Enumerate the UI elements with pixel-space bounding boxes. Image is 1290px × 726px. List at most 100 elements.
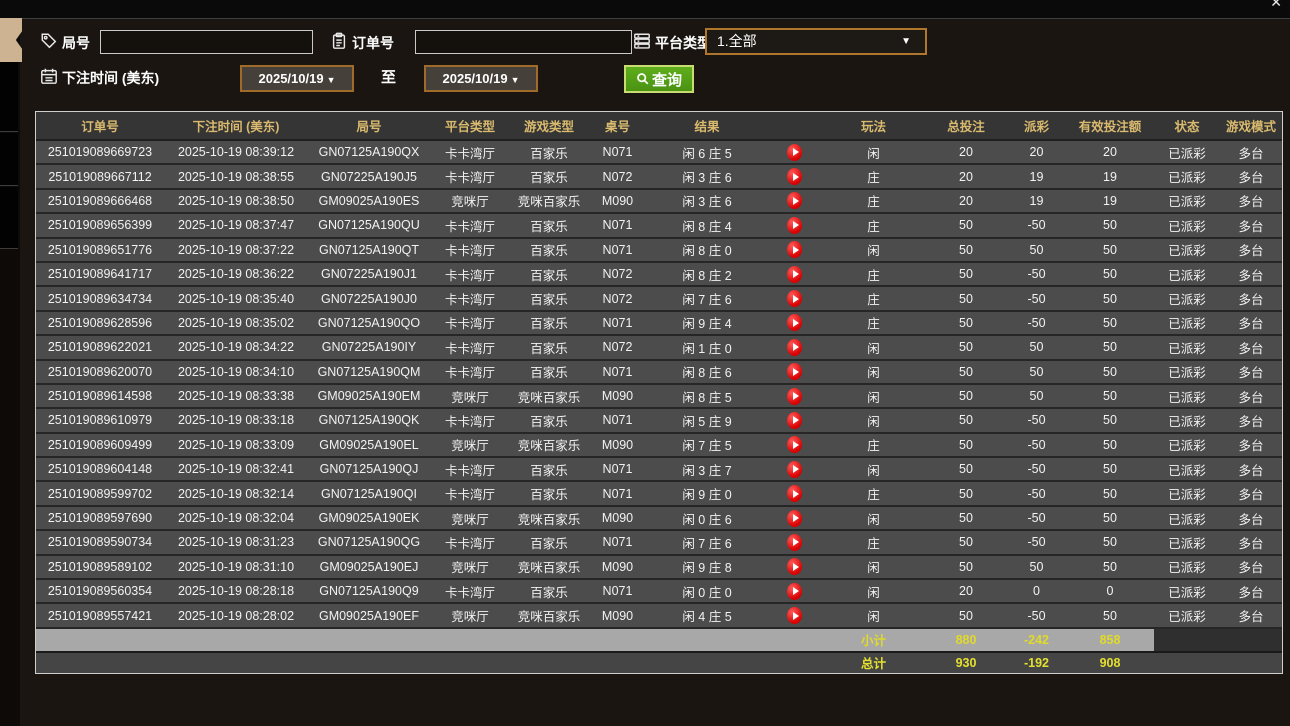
cell-status: 已派彩 [1154, 408, 1220, 432]
cell-bet-time: 2025-10-19 08:36:22 [164, 262, 308, 286]
play-icon[interactable] [787, 241, 802, 258]
date-from-select[interactable]: 2025/10/19▼ [240, 65, 354, 92]
cell-order-no: 251019089590734 [36, 530, 164, 554]
col-game-type: 游戏类型 [510, 112, 588, 140]
order-table-body: 251019089669723 2025-10-19 08:39:12 GN07… [36, 140, 1282, 628]
game-no-label: 局号 [62, 34, 90, 52]
date-to-select[interactable]: 2025/10/19▼ [424, 65, 538, 92]
cell-order-no: 251019089609499 [36, 433, 164, 457]
play-icon[interactable] [787, 168, 802, 185]
cell-result: 闲 8 庄 4 [647, 213, 767, 237]
cell-game-no: GN07125A190QG [308, 530, 430, 554]
cell-table-no: N072 [588, 335, 647, 359]
cell-result: 闲 9 庄 8 [647, 555, 767, 579]
table-row: 251019089614598 2025-10-19 08:33:38 GM09… [36, 384, 1282, 408]
cell-game-type: 竞咪百家乐 [510, 189, 588, 213]
close-icon[interactable]: ✕ [1270, 0, 1282, 11]
cell-payout: 50 [1007, 238, 1066, 262]
cell-status: 已派彩 [1154, 238, 1220, 262]
cell-table-no: M090 [588, 603, 647, 627]
cell-status: 已派彩 [1154, 384, 1220, 408]
play-icon[interactable] [787, 583, 802, 600]
play-icon[interactable] [787, 339, 802, 356]
cell-mode: 多台 [1220, 433, 1282, 457]
platform-type-select[interactable]: 1.全部 ▼ [705, 28, 927, 55]
total-spacer [308, 652, 430, 673]
cell-replay [767, 555, 822, 579]
play-icon[interactable] [787, 266, 802, 283]
play-icon[interactable] [787, 510, 802, 527]
cell-mode: 多台 [1220, 164, 1282, 188]
cell-play-type: 闲 [822, 335, 925, 359]
play-icon[interactable] [787, 485, 802, 502]
cell-replay [767, 384, 822, 408]
play-icon[interactable] [787, 607, 802, 624]
cell-table-no: M090 [588, 506, 647, 530]
cell-platform: 卡卡湾厅 [430, 481, 510, 505]
play-icon[interactable] [787, 412, 802, 429]
cell-payout: 50 [1007, 384, 1066, 408]
cell-game-type: 竞咪百家乐 [510, 555, 588, 579]
cell-valid-bet: 20 [1066, 140, 1154, 164]
cell-game-type: 竞咪百家乐 [510, 603, 588, 627]
cell-result: 闲 8 庄 5 [647, 384, 767, 408]
cell-total-bet: 20 [925, 189, 1007, 213]
col-bet-time: 下注时间 (美东) [164, 112, 308, 140]
play-icon[interactable] [787, 388, 802, 405]
cell-bet-time: 2025-10-19 08:28:02 [164, 603, 308, 627]
date-from-value: 2025/10/19 [259, 71, 324, 86]
play-icon[interactable] [787, 558, 802, 575]
game-no-input[interactable] [100, 30, 313, 54]
cell-game-no: GM09025A190EL [308, 433, 430, 457]
cell-replay [767, 213, 822, 237]
cell-bet-time: 2025-10-19 08:33:18 [164, 408, 308, 432]
cell-platform: 卡卡湾厅 [430, 164, 510, 188]
play-icon[interactable] [787, 314, 802, 331]
play-icon[interactable] [787, 144, 802, 161]
play-icon[interactable] [787, 436, 802, 453]
subtotal-spacer [647, 628, 767, 652]
cell-status: 已派彩 [1154, 506, 1220, 530]
platform-type-label: 平台类型 [655, 34, 711, 52]
cell-platform: 卡卡湾厅 [430, 238, 510, 262]
cell-valid-bet: 50 [1066, 433, 1154, 457]
cell-table-no: M090 [588, 189, 647, 213]
cell-game-no: GN07125A190QJ [308, 457, 430, 481]
total-spacer [164, 652, 308, 673]
cell-table-no: N071 [588, 408, 647, 432]
cell-bet-time: 2025-10-19 08:37:47 [164, 213, 308, 237]
cell-valid-bet: 50 [1066, 457, 1154, 481]
subtotal-row: 小计 880 -242 858 [36, 628, 1282, 652]
cell-status: 已派彩 [1154, 189, 1220, 213]
play-icon[interactable] [787, 461, 802, 478]
order-no-input[interactable] [415, 30, 632, 54]
cell-payout: 19 [1007, 189, 1066, 213]
query-button[interactable]: 查询 [624, 65, 694, 93]
play-icon[interactable] [787, 217, 802, 234]
cell-play-type: 庄 [822, 213, 925, 237]
cell-order-no: 251019089622021 [36, 335, 164, 359]
cell-game-no: GM09025A190EM [308, 384, 430, 408]
subtotal-spacer [308, 628, 430, 652]
cell-bet-time: 2025-10-19 08:37:22 [164, 238, 308, 262]
cell-game-type: 百家乐 [510, 579, 588, 603]
cell-order-no: 251019089669723 [36, 140, 164, 164]
cell-total-bet: 50 [925, 213, 1007, 237]
table-row: 251019089560354 2025-10-19 08:28:18 GN07… [36, 579, 1282, 603]
cell-mode: 多台 [1220, 360, 1282, 384]
total-total-bet: 930 [925, 652, 1007, 673]
cell-total-bet: 50 [925, 506, 1007, 530]
play-icon[interactable] [787, 290, 802, 307]
cell-game-type: 百家乐 [510, 213, 588, 237]
play-icon[interactable] [787, 363, 802, 380]
cell-order-no: 251019089614598 [36, 384, 164, 408]
cell-payout: 20 [1007, 140, 1066, 164]
cell-bet-time: 2025-10-19 08:33:09 [164, 433, 308, 457]
subtotal-label: 小计 [822, 628, 925, 652]
play-icon[interactable] [787, 534, 802, 551]
subtotal-valid-bet: 858 [1066, 628, 1154, 652]
play-icon[interactable] [787, 192, 802, 209]
cell-table-no: N071 [588, 311, 647, 335]
cell-play-type: 闲 [822, 506, 925, 530]
cell-result: 闲 0 庄 6 [647, 506, 767, 530]
